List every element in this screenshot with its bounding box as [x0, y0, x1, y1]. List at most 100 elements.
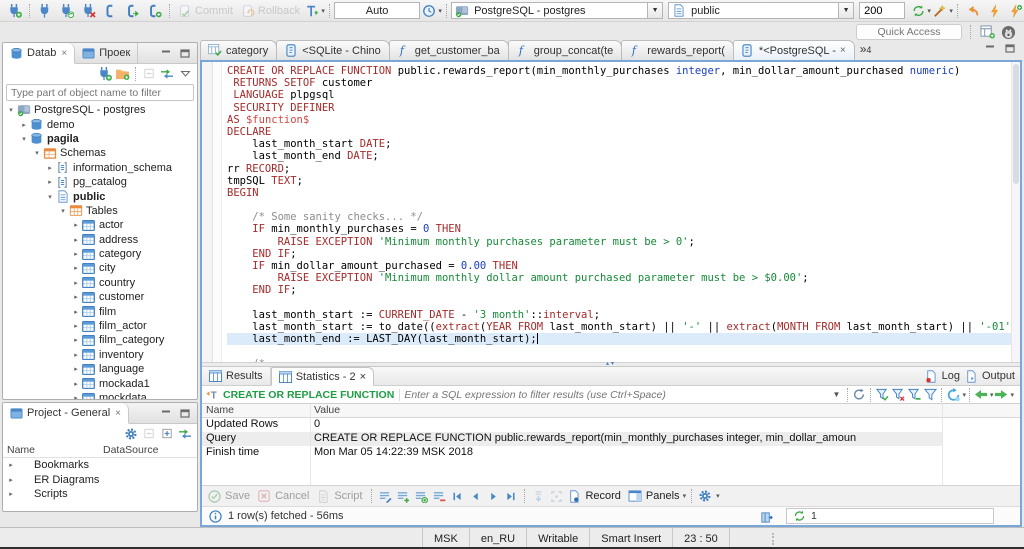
dropdown-arrow-icon[interactable]: ▾: [1010, 391, 1014, 399]
tree-item-information-schema[interactable]: ▸ information_schema: [3, 161, 197, 175]
fetch-next-page-icon[interactable]: [530, 488, 546, 504]
auto-refresh-icon[interactable]: [945, 387, 961, 403]
object-filter-input[interactable]: [6, 84, 194, 101]
expander-closed-icon[interactable]: ▸: [71, 221, 81, 229]
column-name-header[interactable]: Name: [206, 404, 234, 416]
cancel-button[interactable]: Cancel: [275, 490, 309, 502]
reconnect-button[interactable]: [56, 2, 77, 20]
scrollbar-thumb[interactable]: [1013, 64, 1019, 184]
editor-vertical-scrollbar[interactable]: [1011, 62, 1020, 362]
save-button[interactable]: Save: [225, 490, 250, 502]
pin-panel-icon[interactable]: [758, 509, 774, 525]
fetch-all-icon[interactable]: [548, 488, 564, 504]
view-menu-icon[interactable]: [177, 66, 193, 82]
rollback-button[interactable]: Rollback: [237, 3, 303, 19]
sql-assist-button[interactable]: ▾: [932, 2, 953, 20]
maximize-icon[interactable]: [177, 45, 193, 61]
close-icon[interactable]: ×: [360, 371, 366, 383]
expander-closed-icon[interactable]: ▸: [71, 236, 81, 244]
tab-projects[interactable]: Проек: [75, 43, 139, 63]
expander-closed-icon[interactable]: ▸: [19, 121, 29, 129]
tree-item-pagila[interactable]: ▾ pagila: [3, 132, 197, 146]
editor-tab-get-customer-ba[interactable]: f get_customer_ba: [388, 40, 509, 60]
expander-open-icon[interactable]: ▾: [32, 149, 42, 157]
expander-closed-icon[interactable]: ▸: [71, 250, 81, 258]
editor-tab-group-concat-te[interactable]: f group_concat(te: [507, 40, 623, 60]
expander-closed-icon[interactable]: ▸: [45, 164, 55, 172]
expander-closed-icon[interactable]: ▸: [45, 178, 55, 186]
minimize-icon[interactable]: [158, 45, 174, 61]
new-folder-icon[interactable]: [114, 66, 130, 82]
tab-results[interactable]: Results: [202, 367, 271, 385]
expander-closed-icon[interactable]: ▸: [71, 264, 81, 272]
tree-item-pg-catalog[interactable]: ▸ pg_catalog: [3, 175, 197, 189]
tree-item-schemas[interactable]: ▾ Schemas: [3, 146, 197, 160]
duplicate-row-icon[interactable]: [413, 488, 429, 504]
dropdown-arrow-icon[interactable]: ▾: [962, 391, 966, 399]
log-button[interactable]: Log: [942, 370, 960, 382]
sql-code-area[interactable]: CREATE OR REPLACE FUNCTION public.reward…: [202, 62, 1020, 362]
previous-row-icon[interactable]: [467, 488, 483, 504]
expander-open-icon[interactable]: ▾: [6, 106, 16, 114]
expander-open-icon[interactable]: ▾: [58, 207, 68, 215]
expander-closed-icon[interactable]: ▸: [6, 476, 16, 484]
tree-item-customer[interactable]: ▸ customer: [3, 290, 197, 304]
editor-tab-postgresql[interactable]: *<PostgreSQL - ×: [732, 40, 855, 60]
expander-closed-icon[interactable]: ▸: [71, 380, 81, 388]
add-row-icon[interactable]: [395, 488, 411, 504]
filter-remove-icon[interactable]: [890, 387, 906, 403]
gear-icon[interactable]: [123, 426, 139, 442]
dropdown-arrow-icon[interactable]: ▾: [683, 492, 687, 500]
tree-item-city[interactable]: ▸ city: [3, 261, 197, 275]
last-row-icon[interactable]: [503, 488, 519, 504]
schema-dropdown-arrow[interactable]: ▼: [838, 3, 854, 18]
minimize-icon[interactable]: [158, 405, 174, 421]
execute-script-button[interactable]: [1006, 2, 1024, 20]
tree-item-film[interactable]: ▸ film: [3, 304, 197, 318]
expander-closed-icon[interactable]: ▸: [6, 490, 16, 498]
commit-button[interactable]: Commit: [174, 3, 236, 19]
connect-button[interactable]: [34, 2, 55, 20]
connection-dropdown-arrow[interactable]: ▼: [647, 3, 663, 18]
close-icon[interactable]: ×: [115, 408, 121, 419]
sql-editor-button[interactable]: [100, 2, 121, 20]
tab-statistics[interactable]: Statistics - 2 ×: [270, 367, 375, 386]
expand-all-icon[interactable]: [159, 426, 175, 442]
delete-row-icon[interactable]: [431, 488, 447, 504]
editor-tab-rewards-report[interactable]: f rewards_report(: [621, 40, 734, 60]
collapse-all-icon[interactable]: [141, 66, 157, 82]
column-value-header[interactable]: Value: [314, 404, 340, 416]
tree-item-public[interactable]: ▾ public: [3, 189, 197, 203]
panels-button[interactable]: Panels: [646, 490, 680, 502]
link-with-editor-icon[interactable]: [159, 66, 175, 82]
tree-item-address[interactable]: ▸ address: [3, 233, 197, 247]
grid-row-query[interactable]: Query CREATE OR REPLACE FUNCTION public.r…: [202, 432, 942, 446]
auto-refresh-box[interactable]: 1: [786, 508, 994, 524]
previous-result-icon[interactable]: [973, 387, 989, 403]
tree-item-language[interactable]: ▸ language: [3, 362, 197, 376]
expander-closed-icon[interactable]: ▸: [6, 461, 16, 469]
grid-row-finish-time[interactable]: Finish time Mon Mar 05 14:22:39 MSK 2018: [202, 446, 1020, 460]
tree-item-inventory[interactable]: ▸ inventory: [3, 348, 197, 362]
gear-icon[interactable]: [697, 488, 713, 504]
new-sql-editor-button[interactable]: [144, 2, 165, 20]
expander-open-icon[interactable]: ▾: [19, 135, 29, 143]
minimize-icon[interactable]: [982, 40, 998, 56]
expander-closed-icon[interactable]: ▸: [71, 279, 81, 287]
filter-dropdown-arrow[interactable]: ▼: [833, 390, 841, 399]
new-connection-icon[interactable]: [96, 66, 112, 82]
fetch-size-input[interactable]: [859, 2, 906, 19]
tree-item-film-actor[interactable]: ▸ film_actor: [3, 319, 197, 333]
dropdown-arrow-icon[interactable]: ▾: [716, 492, 720, 500]
tree-item-mockada1[interactable]: ▸ mockada1: [3, 376, 197, 390]
tree-item-actor[interactable]: ▸ actor: [3, 218, 197, 232]
hidden-tabs-indicator[interactable]: »4: [854, 42, 878, 58]
tab-database-navigator[interactable]: Datab ×: [3, 43, 76, 64]
disconnect-button[interactable]: [78, 2, 99, 20]
expander-closed-icon[interactable]: ▸: [71, 308, 81, 316]
tree-item-mockdata[interactable]: ▸ mockdata: [3, 391, 197, 399]
column-name[interactable]: Name: [7, 444, 35, 456]
collapse-all-icon[interactable]: [141, 426, 157, 442]
connection-combo[interactable]: PostgreSQL - postgres ▼: [451, 2, 664, 19]
editor-tab-sqlite-chino[interactable]: <SQLite - Chino: [276, 40, 390, 60]
